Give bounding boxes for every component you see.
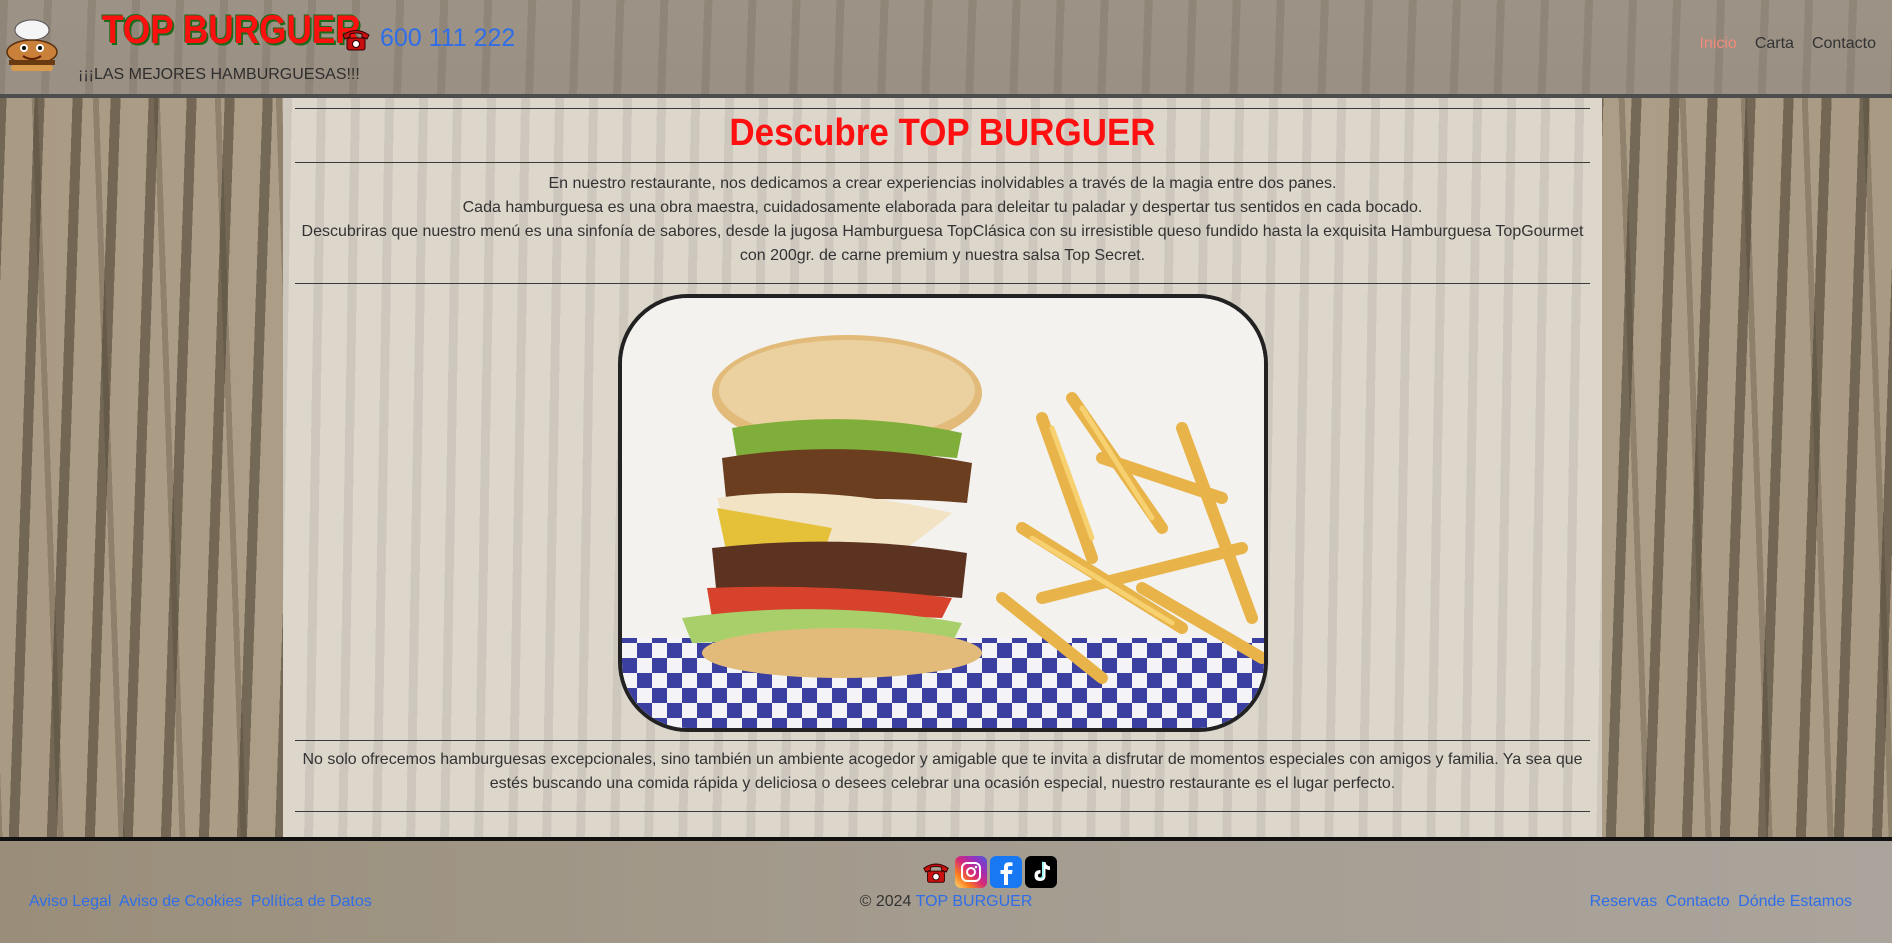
phone-icon: [342, 29, 370, 50]
link-contacto[interactable]: Contacto: [1666, 893, 1730, 910]
intro-line: Cada hamburguesa es una obra maestra, cu…: [462, 199, 1423, 216]
divider: [295, 283, 1590, 284]
intro-line: En nuestro restaurante, nos dedicamos a …: [548, 175, 1337, 192]
brand-title[interactable]: TOP BURGUER: [102, 8, 361, 53]
divider: [295, 740, 1590, 741]
link-reservas[interactable]: Reservas: [1590, 893, 1658, 910]
nav-item-inicio[interactable]: Inicio: [1699, 35, 1736, 53]
copyright-text: © 2024: [859, 893, 912, 910]
nav-item-carta[interactable]: Carta: [1755, 35, 1794, 53]
tagline: ¡¡¡LAS MEJORES HAMBURGUESAS!!!: [78, 66, 360, 83]
tiktok-icon[interactable]: [1025, 856, 1057, 888]
site-header: TOP BURGUER 600 111 222 ¡¡¡LAS MEJORES H…: [0, 0, 1892, 98]
page-title: Descubre TOP BURGUER: [729, 112, 1156, 154]
copyright-brand-link[interactable]: TOP BURGUER: [916, 893, 1033, 910]
site-footer: Aviso Legal Aviso de Cookies Política de…: [0, 837, 1892, 943]
intro-line: Descubriras que nuestro menú es una sinf…: [301, 223, 1584, 264]
info-links: Reservas Contacto Dónde Estamos: [1590, 893, 1856, 911]
main-content: Descubre TOP BURGUER En nuestro restaura…: [283, 98, 1602, 838]
nav-item-contacto[interactable]: Contacto: [1812, 35, 1876, 53]
main-nav: Inicio Carta Contacto: [1699, 35, 1876, 53]
phone-icon[interactable]: [920, 856, 952, 888]
divider: [295, 811, 1590, 812]
burger-and-fries-image: [622, 298, 1264, 728]
social-icons: [920, 856, 1057, 888]
outro-text: No solo ofrecemos hamburguesas excepcion…: [302, 751, 1583, 792]
phone-contact[interactable]: 600 111 222: [340, 24, 515, 53]
burger-photo: [618, 294, 1268, 732]
facebook-icon[interactable]: [990, 856, 1022, 888]
divider: [295, 162, 1590, 163]
intro-text: En nuestro restaurante, nos dedicamos a …: [295, 172, 1590, 268]
instagram-icon[interactable]: [955, 856, 987, 888]
divider: [295, 108, 1590, 109]
chef-burger-logo[interactable]: [3, 16, 61, 76]
link-donde-estamos[interactable]: Dónde Estamos: [1738, 893, 1852, 910]
phone-number[interactable]: 600 111 222: [380, 24, 515, 53]
